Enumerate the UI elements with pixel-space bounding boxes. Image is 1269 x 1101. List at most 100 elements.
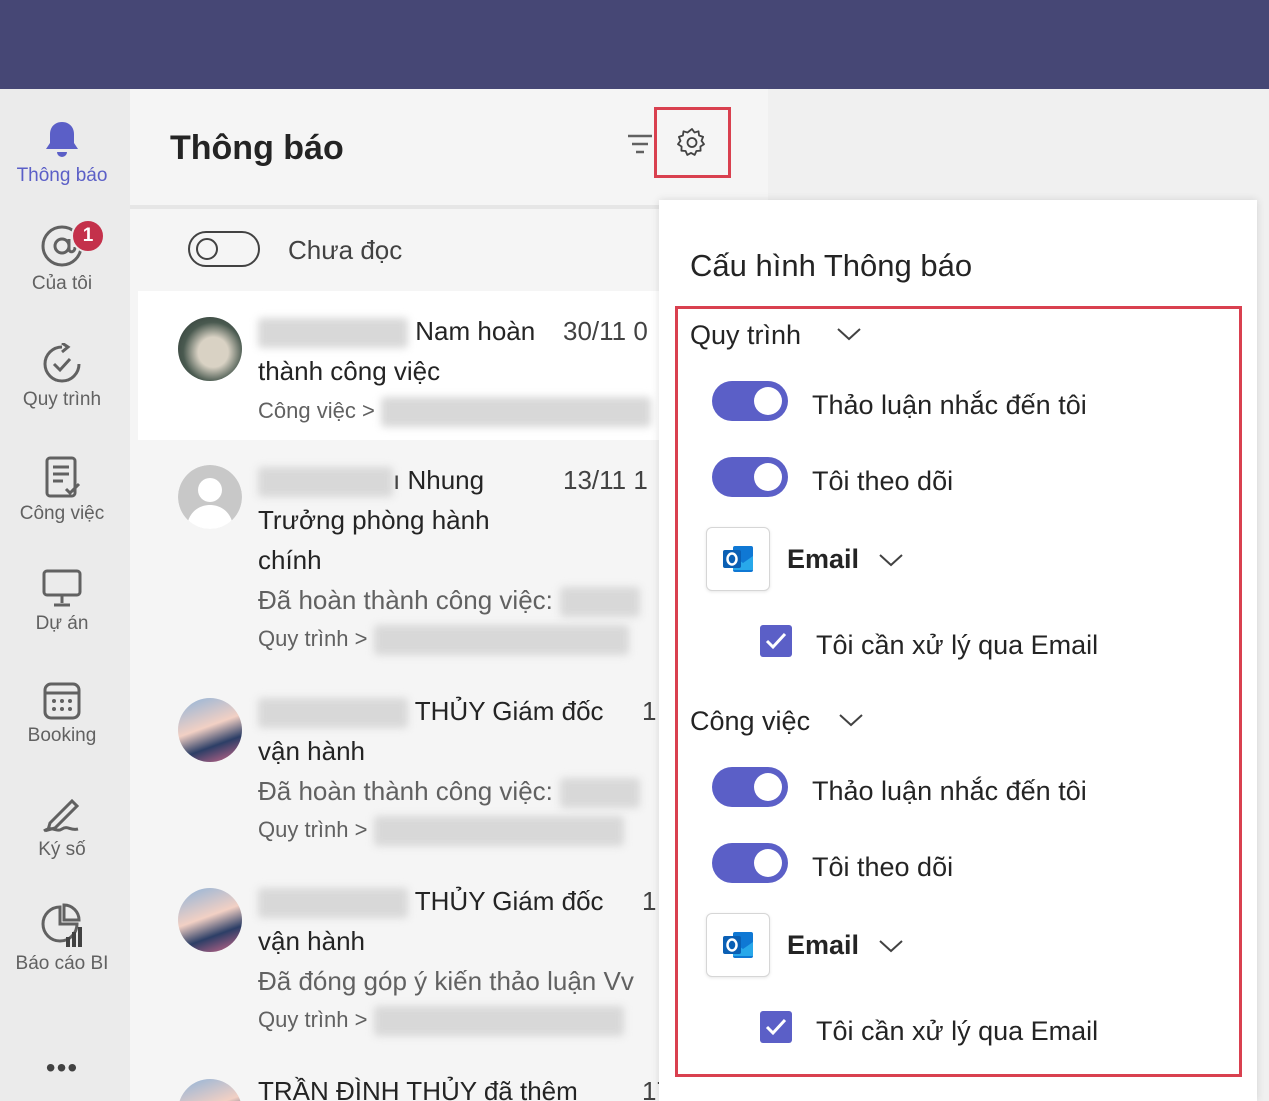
notification-date: 1: [642, 886, 657, 916]
blurred-name: [258, 467, 393, 498]
toggle-follow-workflow[interactable]: [712, 457, 788, 497]
section-header-workflow[interactable]: Quy trình: [690, 320, 861, 351]
email-checkbox-tasks[interactable]: [760, 1011, 792, 1043]
outlook-tile: [706, 913, 770, 977]
default-avatar-icon: [178, 465, 242, 529]
email-checkbox-workflow[interactable]: [760, 625, 792, 657]
toggle-mention-workflow[interactable]: [712, 381, 788, 421]
more-apps-button[interactable]: •••: [0, 1052, 124, 1084]
notification-summary: Đã hoàn thành công việc:: [258, 776, 553, 806]
avatar: [178, 698, 242, 762]
name-fragment: ı: [393, 465, 401, 495]
unread-toggle[interactable]: [188, 231, 260, 267]
notification-sender: THỦY Giám đốc: [414, 886, 604, 916]
avatar: [178, 888, 242, 952]
signature-icon: [43, 798, 80, 833]
notification-text: Trưởng phòng hành: [258, 505, 490, 535]
chevron-down-icon: [837, 328, 861, 341]
notification-date: 13/11 1: [563, 465, 648, 495]
task-list-icon: [45, 456, 81, 498]
chevron-down-icon[interactable]: [878, 938, 904, 954]
panel-header: Thông báo: [130, 89, 768, 209]
rail-item-label: Của tôi: [31, 273, 93, 294]
notification-text: thành công việc: [258, 356, 441, 386]
rail-item-signature[interactable]: Ký số: [0, 791, 124, 895]
report-chart-icon: [41, 903, 82, 947]
toggle-label: Thảo luận nhắc đến tôi: [812, 776, 1087, 806]
notification-summary: Đã hoàn thành công việc:: [258, 585, 553, 615]
rail-item-label: Booking: [27, 725, 97, 746]
blurred-name: [258, 318, 408, 349]
outlook-tile: [706, 527, 770, 591]
notification-text: vận hành: [258, 736, 365, 766]
section-title: Công việc: [690, 706, 811, 736]
bell-icon: [46, 122, 78, 157]
settings-highlight-box: [654, 107, 731, 178]
chevron-down-icon[interactable]: [878, 552, 904, 568]
outlook-icon: [723, 546, 753, 572]
checkmark-icon: [765, 1018, 787, 1036]
rail-item-tasks[interactable]: Công việc: [0, 455, 124, 559]
notification-summary: Đã đóng góp ý kiến thảo luận Vv: [258, 966, 634, 996]
rail-item-label: Dự án: [35, 613, 89, 634]
blurred-text: [373, 816, 624, 846]
unread-count-badge: 1: [71, 219, 105, 253]
blurred-name: [258, 698, 408, 729]
rail-item-label: Quy trình: [22, 389, 102, 410]
outlook-icon: [723, 932, 753, 958]
notification-path: Quy trình >: [258, 625, 368, 651]
settings-title: Cấu hình Thông báo: [690, 248, 973, 283]
blurred-text: [560, 778, 641, 809]
blurred-name: [258, 888, 408, 919]
blurred-text: [560, 587, 641, 618]
chevron-down-icon: [839, 714, 863, 727]
gear-icon[interactable]: [677, 127, 707, 157]
rail-item-label: Ký số: [38, 839, 86, 860]
section-title: Quy trình: [690, 320, 802, 350]
rail-item-label: Công việc: [19, 503, 105, 524]
notification-path: Quy trình >: [258, 816, 368, 842]
toggle-label: Tôi theo dõi: [812, 466, 954, 496]
rail-item-label: Báo cáo BI: [15, 953, 109, 974]
rail-item-projects[interactable]: Dự án: [0, 567, 124, 671]
unread-label: Chưa đọc: [288, 235, 403, 265]
page-title: Thông báo: [170, 129, 344, 167]
avatar: [178, 1079, 242, 1101]
checkbox-label: Tôi cần xử lý qua Email: [816, 1016, 1099, 1046]
checkbox-label: Tôi cần xử lý qua Email: [816, 630, 1099, 660]
toggle-label: Thảo luận nhắc đến tôi: [812, 390, 1087, 420]
notification-text: vận hành: [258, 926, 365, 956]
rail-item-bi-report[interactable]: Báo cáo BI: [0, 903, 124, 1007]
notification-date: 1: [642, 696, 657, 726]
rail-item-workflow[interactable]: Quy trình: [0, 343, 124, 447]
left-rail: Thông báo 1 Của tôi Quy trình Công việc: [0, 89, 130, 1101]
notification-path: Quy trình >: [258, 1006, 368, 1032]
notification-text: chính: [258, 545, 322, 575]
filter-icon[interactable]: [626, 133, 654, 157]
notification-sender: Nam hoàn: [415, 316, 536, 346]
rail-item-notifications[interactable]: Thông báo: [0, 119, 124, 223]
checkmark-icon: [765, 632, 787, 650]
notification-path: Công việc >: [258, 397, 375, 423]
calendar-icon: [43, 682, 81, 720]
project-board-icon: [42, 569, 82, 607]
blurred-text: [380, 397, 651, 427]
rail-item-mine[interactable]: 1 Của tôi: [0, 219, 124, 323]
rail-item-label: Thông báo: [16, 165, 108, 186]
email-label[interactable]: Email: [787, 930, 859, 961]
section-header-tasks[interactable]: Công việc: [690, 706, 863, 737]
notification-sender: Nhung: [407, 465, 485, 495]
notification-sender: TRẦN ĐÌNH THỦY đã thêm: [258, 1076, 578, 1101]
notification-sender: THỦY Giám đốc: [414, 696, 604, 726]
workflow-icon: [43, 343, 81, 383]
top-bar: [0, 0, 1269, 89]
toggle-label: Tôi theo dõi: [812, 852, 954, 882]
email-label[interactable]: Email: [787, 544, 859, 575]
blurred-text: [373, 625, 629, 655]
toggle-mention-tasks[interactable]: [712, 767, 788, 807]
toggle-follow-tasks[interactable]: [712, 843, 788, 883]
avatar: [178, 317, 242, 381]
rail-item-booking[interactable]: Booking: [0, 681, 124, 785]
blurred-text: [373, 1006, 624, 1036]
notification-date: 30/11 0: [563, 316, 648, 346]
